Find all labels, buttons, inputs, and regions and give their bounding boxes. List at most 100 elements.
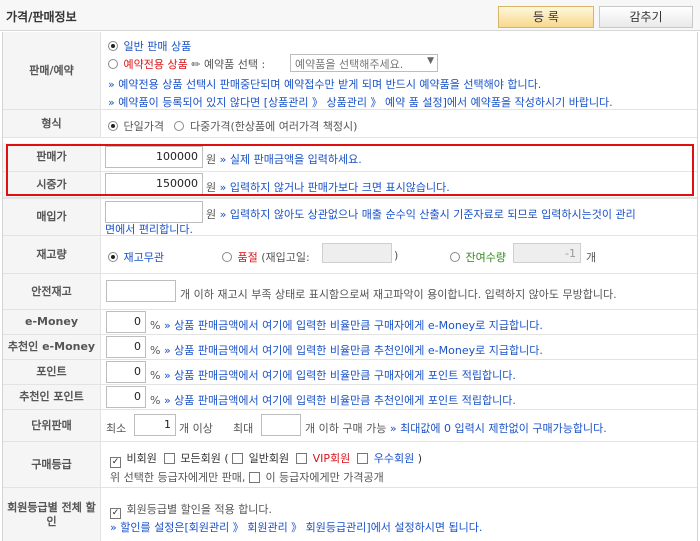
- multi-price-radio[interactable]: [174, 121, 185, 131]
- member-level-row: 구매등급 ✓ 비회원 모든회원 ( 일반회원 VIP회원 우수회원 ) 위 선택…: [3, 442, 697, 488]
- price-public-checkbox[interactable]: [248, 472, 260, 483]
- member-discount-option-label: 회원등급별 할인을 적용 합니다.: [126, 503, 273, 516]
- normal-sale-radio[interactable]: [108, 41, 118, 51]
- sale-price-input[interactable]: 100000: [105, 146, 203, 168]
- member-discount-note: » 할인를 설정은[회원관리 》 회원관리 》 회원등급관리]에서 설정하시면 …: [110, 521, 483, 534]
- multi-price-option-label: 다중가격(한상품에 여러가격 책정시): [189, 120, 358, 133]
- purchase-price-unit: 원: [206, 208, 217, 221]
- pencil-icon: ✏: [191, 58, 201, 71]
- max-qty-suffix: 개 이하 구매 가능: [305, 422, 387, 435]
- emoney-input[interactable]: 0: [106, 311, 146, 333]
- single-price-radio[interactable]: [108, 121, 118, 131]
- referrer-points-unit: %: [150, 394, 161, 407]
- price-form-label: 형식: [3, 110, 101, 137]
- points-unit: %: [150, 369, 161, 382]
- sale-price-row: 판매가 100000 원 » 실제 판매금액을 입력하세요.: [3, 143, 697, 172]
- referrer-emoney-label: 추천인 e-Money: [3, 335, 101, 359]
- excellent-member-checkbox[interactable]: [357, 453, 369, 464]
- purchase-price-input[interactable]: [105, 201, 203, 223]
- purchase-price-note-1: » 입력하지 않아도 상관없으나 매출 순수익 산출시 기준자료로 되므로 입력…: [219, 208, 636, 221]
- max-qty-input[interactable]: [261, 414, 301, 436]
- stock-label: 재고량: [3, 236, 101, 273]
- remain-qty-radio[interactable]: [450, 252, 460, 262]
- remain-qty-input[interactable]: -1: [513, 243, 581, 263]
- vip-member-checkbox[interactable]: [296, 453, 308, 464]
- reserve-note-1: » 예약전용 상품 선택시 판매중단되며 예약접수만 받게 되며 반드시 예약품…: [108, 78, 542, 91]
- reserve-item-select[interactable]: 예약품을 선택해주세요. ▼: [290, 54, 438, 72]
- stock-unlimited-label: 재고무관: [123, 251, 164, 264]
- emoney-row: e-Money 0 % » 상품 판매금액에서 여기에 입력한 비율만큼 구매자…: [3, 310, 697, 335]
- section-title: 가격/판매정보: [6, 10, 77, 24]
- safety-stock-label: 안전재고: [3, 274, 101, 309]
- normal-sale-option-label: 일반 판매 상품: [123, 40, 192, 53]
- referrer-emoney-unit: %: [150, 344, 161, 357]
- member-level-close-paren: ): [417, 452, 423, 465]
- sale-price-note: » 실제 판매금액을 입력하세요.: [219, 153, 362, 166]
- safety-stock-input[interactable]: [106, 280, 176, 302]
- purchase-price-label: 매입가: [3, 199, 101, 235]
- reserve-item-select-value: 예약품을 선택해주세요.: [295, 58, 404, 71]
- referrer-points-row: 추천인 포인트 0 % » 상품 판매금액에서 여기에 입력한 비율만큼 추천인…: [3, 385, 697, 410]
- excellent-member-label: 우수회원: [373, 452, 415, 465]
- price-public-label: 이 등급자에게만 가격공개: [265, 471, 384, 484]
- member-discount-label: 회원등급별 전체 할인: [3, 488, 101, 541]
- points-input[interactable]: 0: [106, 361, 146, 383]
- max-qty-prefix: 최대: [233, 422, 254, 435]
- referrer-emoney-row: 추천인 e-Money 0 % » 상품 판매금액에서 여기에 입력한 비율만큼…: [3, 335, 697, 360]
- min-qty-input[interactable]: 1: [134, 414, 176, 436]
- sale-price-unit: 원: [206, 153, 217, 166]
- member-level-label: 구매등급: [3, 442, 101, 487]
- nonmember-label: 비회원: [126, 452, 157, 465]
- member-discount-checkbox[interactable]: ✓: [110, 508, 121, 519]
- emoney-unit: %: [150, 319, 161, 332]
- remain-qty-unit: 개: [586, 251, 597, 264]
- reserve-only-radio[interactable]: [108, 59, 118, 69]
- reserve-only-option-label: 예약전용 상품: [123, 58, 188, 71]
- remain-qty-label: 잔여수량: [465, 251, 506, 264]
- market-price-input[interactable]: 150000: [105, 173, 203, 195]
- restock-date-input[interactable]: [322, 243, 392, 263]
- purchase-price-row: 매입가 원 » 입력하지 않아도 상관없으나 매출 순수익 산출시 기준자료로 …: [3, 198, 697, 236]
- referrer-emoney-input[interactable]: 0: [106, 336, 146, 358]
- chevron-down-icon: ▼: [427, 56, 434, 66]
- min-qty-prefix: 최소: [106, 422, 127, 435]
- purchase-unit-row: 단위판매 최소 1 개 이상 최대 개 이하 구매 가능 » 최대값에 0 입력…: [3, 410, 697, 442]
- all-members-label: 모든회원 (: [180, 452, 229, 465]
- referrer-points-input[interactable]: 0: [106, 386, 146, 408]
- market-price-note: » 입력하지 않거나 판매가보다 크면 표시않습니다.: [219, 181, 450, 194]
- sold-out-radio[interactable]: [222, 252, 232, 262]
- points-label: 포인트: [3, 360, 101, 384]
- purchase-price-note-2: 면에서 편리합니다.: [105, 223, 193, 236]
- all-members-checkbox[interactable]: [163, 453, 175, 464]
- sold-out-label: 품절: [237, 251, 258, 264]
- market-price-label: 시중가: [3, 172, 101, 197]
- safety-stock-note: 개 이하 재고시 부족 상태로 표시함으로써 재고파악이 용이합니다. 입력하지…: [180, 288, 617, 301]
- emoney-note: » 상품 판매금액에서 여기에 입력한 비율만큼 구매자에게 e-Money로 …: [163, 319, 543, 332]
- stock-unlimited-radio[interactable]: [108, 252, 118, 262]
- sale-price-label: 판매가: [3, 143, 101, 171]
- restock-date-prefix: (재입고일:: [261, 251, 310, 264]
- general-member-label: 일반회원: [248, 452, 290, 465]
- member-discount-row: 회원등급별 전체 할인 ✓ 회원등급별 할인을 적용 합니다. » 할인를 설정…: [3, 488, 697, 541]
- price-sale-form: 판매/예약 일반 판매 상품 예약전용 상품 ✏ 예약품 선택 : 예약품을 선…: [2, 32, 698, 541]
- referrer-emoney-note: » 상품 판매금액에서 여기에 입력한 비율만큼 추천인에게 e-Money로 …: [163, 344, 543, 357]
- member-level-note-prefix: 위 선택한 등급자에게만 판매,: [110, 471, 246, 484]
- hide-button[interactable]: 감추기: [599, 6, 693, 28]
- reserve-select-prefix: 예약품 선택 :: [203, 58, 266, 71]
- single-price-option-label: 단일가격: [123, 120, 164, 133]
- referrer-points-note: » 상품 판매금액에서 여기에 입력한 비율만큼 추천인에게 포인트 적립합니다…: [163, 394, 516, 407]
- restock-date-suffix: ): [394, 249, 399, 262]
- referrer-points-label: 추천인 포인트: [3, 385, 101, 409]
- register-button[interactable]: 등 록: [498, 6, 594, 28]
- general-member-checkbox[interactable]: [232, 453, 244, 464]
- points-row: 포인트 0 % » 상품 판매금액에서 여기에 입력한 비율만큼 구매자에게 포…: [3, 360, 697, 385]
- section-header: 가격/판매정보 등 록 감추기: [0, 0, 700, 31]
- sale-type-label: 판매/예약: [3, 32, 101, 109]
- sale-type-row: 판매/예약 일반 판매 상품 예약전용 상품 ✏ 예약품 선택 : 예약품을 선…: [3, 32, 697, 110]
- market-price-row: 시중가 150000 원 » 입력하지 않거나 판매가보다 크면 표시않습니다.: [3, 172, 697, 198]
- purchase-unit-label: 단위판매: [3, 410, 101, 441]
- nonmember-checkbox[interactable]: ✓: [110, 457, 121, 468]
- vip-member-label: VIP회원: [312, 452, 351, 465]
- reserve-note-2: » 예약품이 등록되어 있지 않다면 [상품관리 》 상품관리 》 예약 품 설…: [108, 96, 613, 109]
- price-form-row: 형식 단일가격 다중가격(한상품에 여러가격 책정시): [3, 110, 697, 138]
